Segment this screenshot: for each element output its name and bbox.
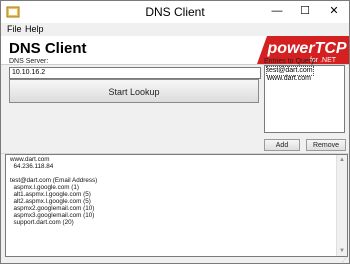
dns-client-window: DNS Client — ☐ ✕ File Help DNS Client po… <box>0 0 350 264</box>
entries-to-query-label: Entries to Query: <box>264 58 317 65</box>
result-line: alt1.aspmx.l.google.com (5) <box>10 191 91 198</box>
menu-file[interactable]: File <box>7 24 22 34</box>
results-output[interactable]: www.dart.com 64.236.118.84 test@dart.com… <box>5 154 348 257</box>
title-bar[interactable]: DNS Client — ☐ ✕ <box>1 1 349 23</box>
scroll-down-arrow-icon[interactable]: ▼ <box>337 246 347 256</box>
result-line: www.dart.com <box>10 156 50 163</box>
results-scrollbar[interactable]: ▲ ▼ <box>336 155 347 256</box>
remove-button[interactable]: Remove <box>306 139 346 151</box>
menu-bar: File Help <box>1 23 349 36</box>
result-line: test@dart.com (Email Address) <box>10 177 98 184</box>
entries-to-query-list[interactable]: test@dart.com www.dart.com <box>264 65 345 133</box>
result-line: alt2.aspmx.l.google.com (5) <box>10 198 91 205</box>
page-title: DNS Client <box>9 40 87 57</box>
minimize-button[interactable]: — <box>263 1 291 22</box>
result-line: 64.236.118.84 <box>10 163 54 170</box>
start-lookup-button[interactable]: Start Lookup <box>9 79 259 103</box>
query-list-item[interactable]: www.dart.com <box>267 75 342 83</box>
result-line: aspmx.l.google.com (1) <box>10 184 79 191</box>
add-button[interactable]: Add <box>264 139 300 151</box>
menu-help[interactable]: Help <box>25 24 44 34</box>
result-line: aspmx3.googlemail.com (10) <box>10 212 95 219</box>
result-line: support.dart.com (20) <box>10 219 74 226</box>
query-list-item[interactable]: test@dart.com <box>266 66 314 76</box>
maximize-button[interactable]: ☐ <box>291 1 319 22</box>
dns-server-label: DNS Server: <box>9 58 49 65</box>
status-bar: ⋰ <box>1 257 349 263</box>
scroll-up-arrow-icon[interactable]: ▲ <box>337 155 347 165</box>
result-line: aspmx2.googlemail.com (10) <box>10 205 95 212</box>
resize-grip-icon[interactable]: ⋰ <box>342 257 348 263</box>
dns-server-input[interactable]: 10.10.16.2 <box>9 67 261 79</box>
logo-main-text: powerTCP <box>266 40 346 57</box>
close-button[interactable]: ✕ <box>319 1 349 22</box>
